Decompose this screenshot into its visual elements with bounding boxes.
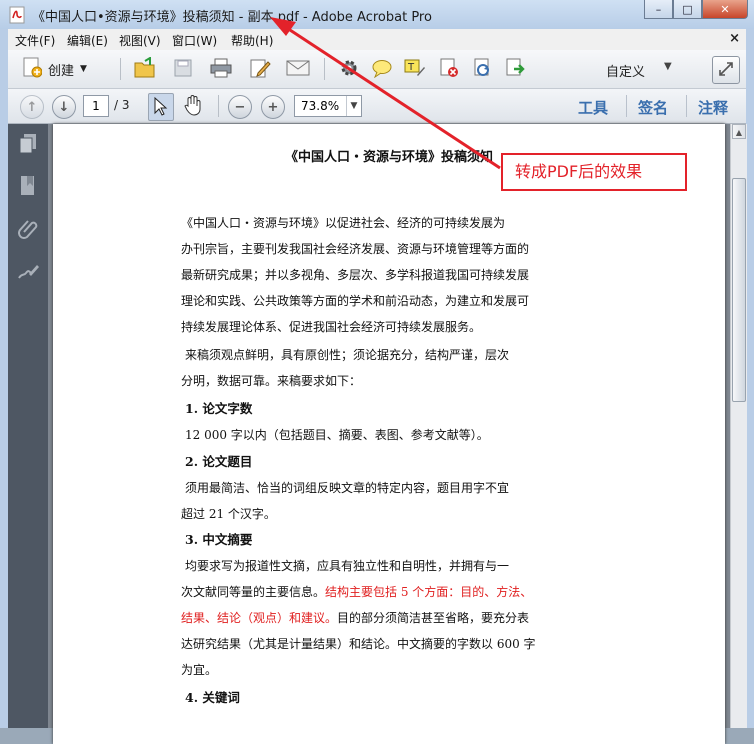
watermark: Bai 经验 xyxy=(578,666,711,704)
annotation-callout: 转成PDF后的效果 xyxy=(501,153,687,191)
annotation-arrow xyxy=(270,17,501,170)
acrobat-window: 《中国人口•资源与环境》投稿须知 - 副本.pdf - Adobe Acroba… xyxy=(0,0,754,744)
